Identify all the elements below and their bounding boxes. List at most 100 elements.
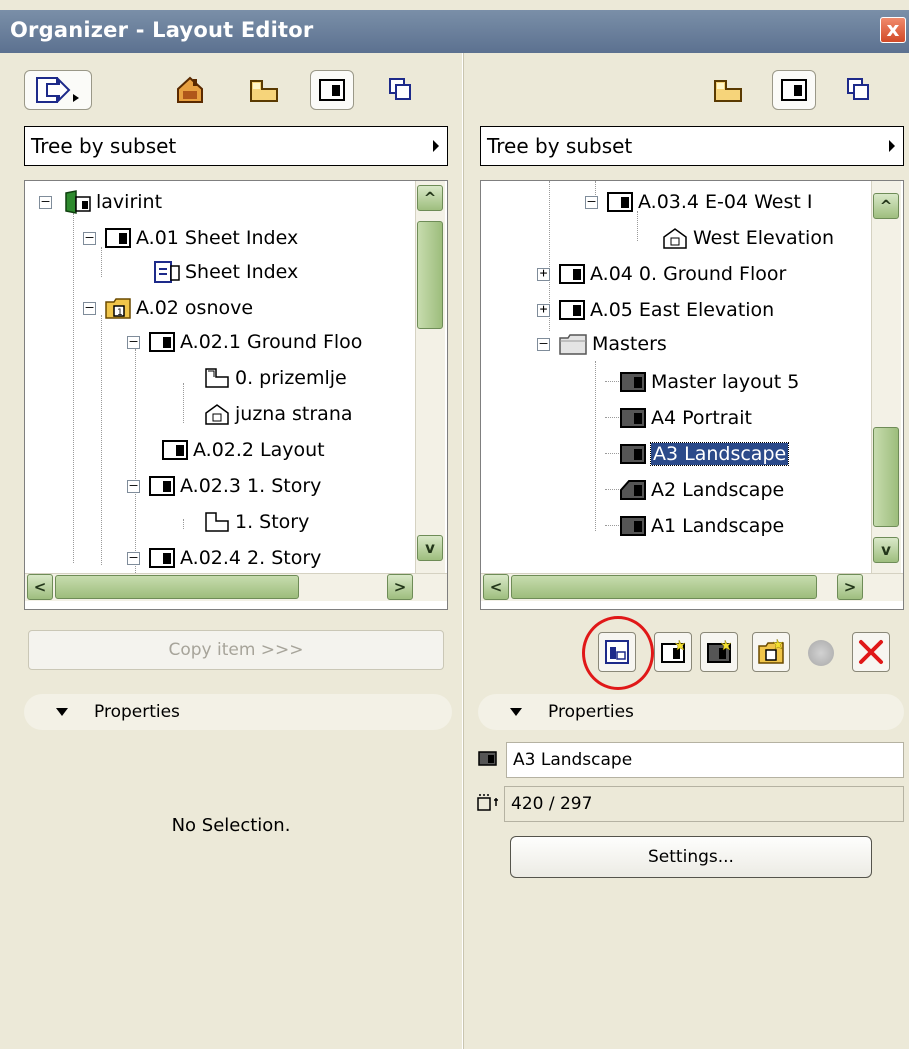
master-icon <box>620 408 646 428</box>
collapse-toggle[interactable]: – <box>83 301 96 315</box>
scroll-thumb[interactable] <box>511 575 817 599</box>
send-to-icon <box>36 77 79 103</box>
tree-line <box>605 417 619 418</box>
properties-label: Properties <box>94 702 180 722</box>
scroll-right-button[interactable]: > <box>387 574 413 600</box>
tree-item[interactable]: West Elevation <box>661 221 834 255</box>
tree-item-label: Sheet Index <box>185 261 299 283</box>
right-horizontal-scrollbar[interactable]: < > <box>481 573 903 601</box>
tree-line <box>73 213 74 563</box>
tree-item[interactable]: – A.03.4 E-04 West I <box>585 185 812 219</box>
scroll-down-button[interactable]: v <box>417 535 443 561</box>
project-map-button[interactable] <box>168 70 212 110</box>
tree-item-label: A.02.2 Layout <box>193 439 325 461</box>
tree-item[interactable]: A.02.2 Layout <box>161 433 325 467</box>
navigator-popup-button[interactable] <box>24 70 92 110</box>
right-publisher-button[interactable] <box>836 70 880 110</box>
tree-line <box>605 381 619 382</box>
tree-item[interactable]: – A.02.4 2. Story <box>127 541 321 575</box>
tree-item-label: A.01 Sheet Index <box>136 227 299 249</box>
tree-item[interactable]: 1. Story <box>203 505 309 539</box>
scroll-up-button[interactable]: ^ <box>873 193 899 219</box>
tree-item-label: juzna strana <box>235 403 353 425</box>
no-selection-text: No Selection. <box>171 815 291 836</box>
layout-name-field[interactable]: A3 Landscape <box>506 742 904 778</box>
expand-toggle[interactable]: + <box>537 267 550 281</box>
tree-item[interactable]: + A.05 East Elevation <box>537 293 774 327</box>
collapse-toggle[interactable]: – <box>83 231 96 245</box>
copy-item-button[interactable]: Copy item >>> <box>28 630 444 670</box>
layout-icon <box>559 264 585 284</box>
scroll-thumb[interactable] <box>55 575 299 599</box>
collapse-toggle[interactable]: – <box>39 195 52 209</box>
tree-item-label: 1. Story <box>235 511 310 533</box>
delete-button[interactable] <box>852 632 890 672</box>
tree-item-label: A2 Landscape <box>651 479 785 501</box>
folder-icon <box>559 334 587 355</box>
tree-item-label: A1 Landscape <box>651 515 785 537</box>
tree-item[interactable]: – Masters <box>537 327 667 361</box>
tree-item[interactable]: – A.02.3 1. Story <box>127 469 321 503</box>
scroll-left-button[interactable]: < <box>483 574 509 600</box>
scroll-up-button[interactable]: ^ <box>417 185 443 211</box>
left-tree-view-select[interactable]: Tree by subset <box>24 126 448 166</box>
scroll-left-button[interactable]: < <box>27 574 53 600</box>
layout-book-icon <box>319 79 345 101</box>
new-subset-button[interactable] <box>752 632 790 672</box>
view-map-icon <box>714 80 742 102</box>
layout-icon <box>149 476 175 496</box>
dropdown-arrow-icon <box>889 140 895 152</box>
tree-item-label: A.02.4 2. Story <box>180 547 322 569</box>
right-tree-panel[interactable]: – A.03.4 E-04 West I West Elevation + A.… <box>480 180 904 610</box>
tree-item-selected[interactable]: A3 Landscape <box>619 437 790 471</box>
right-layout-book-button[interactable] <box>772 70 816 110</box>
collapse-toggle[interactable]: – <box>127 335 140 349</box>
disabled-settings-icon <box>808 640 834 666</box>
expand-toggle[interactable]: + <box>537 303 550 317</box>
new-subset-icon <box>758 638 784 664</box>
left-tree-panel[interactable]: – lavirint – A.01 Sheet Index Sheet Inde… <box>24 180 448 610</box>
tree-item-label: A4 Portrait <box>651 407 752 429</box>
new-layout-button[interactable] <box>654 632 692 672</box>
scroll-thumb[interactable] <box>873 427 899 527</box>
tree-item[interactable]: Master layout 5 <box>619 365 799 399</box>
scroll-thumb[interactable] <box>417 221 443 329</box>
tree-item[interactable]: + A.04 0. Ground Floor <box>537 257 786 291</box>
scroll-right-button[interactable]: > <box>837 574 863 600</box>
tree-item[interactable]: juzna strana <box>203 397 353 431</box>
left-properties-header[interactable]: Properties <box>24 694 452 730</box>
tree-item[interactable]: 0. prizemlje <box>203 361 347 395</box>
right-vertical-scrollbar[interactable]: ^ v <box>871 181 901 573</box>
layout-icon <box>105 228 131 248</box>
tree-item[interactable]: – A.02.1 Ground Floo <box>127 325 362 359</box>
new-master-layout-button[interactable] <box>700 632 738 672</box>
collapse-toggle[interactable]: – <box>537 337 550 351</box>
tree-item[interactable]: Sheet Index <box>153 255 298 289</box>
collapse-toggle[interactable]: – <box>127 479 140 493</box>
scroll-down-button[interactable]: v <box>873 537 899 563</box>
tree-item-label: A.03.4 E-04 West I <box>638 191 813 213</box>
right-properties-header[interactable]: Properties <box>478 694 904 730</box>
collapse-toggle[interactable]: – <box>585 195 598 209</box>
right-tree-view-select[interactable]: Tree by subset <box>480 126 904 166</box>
layout-book-button[interactable] <box>310 70 354 110</box>
collapse-toggle[interactable]: – <box>127 551 140 565</box>
left-horizontal-scrollbar[interactable]: < > <box>25 573 447 601</box>
tree-item[interactable]: A1 Landscape <box>619 509 784 543</box>
highlight-annotation-circle <box>582 616 654 690</box>
panel-divider[interactable] <box>462 53 464 1049</box>
left-vertical-scrollbar[interactable]: ^ v <box>415 181 445 573</box>
right-view-map-button[interactable] <box>706 70 750 110</box>
close-button[interactable]: x <box>880 17 906 43</box>
tree-item[interactable]: – A.01 Sheet Index <box>83 221 298 255</box>
settings-button[interactable]: Settings... <box>510 836 872 878</box>
tree-item-label: A.05 East Elevation <box>590 299 775 321</box>
tree-item[interactable]: A4 Portrait <box>619 401 752 435</box>
tree-item[interactable]: – 1 A.02 osnove <box>83 291 253 325</box>
view-map-button[interactable] <box>242 70 286 110</box>
tree-item[interactable]: A2 Landscape <box>619 473 784 507</box>
publisher-button[interactable] <box>378 70 422 110</box>
tree-item[interactable]: – lavirint <box>39 185 162 219</box>
master-icon <box>620 372 646 392</box>
new-layout-icon <box>661 639 686 663</box>
